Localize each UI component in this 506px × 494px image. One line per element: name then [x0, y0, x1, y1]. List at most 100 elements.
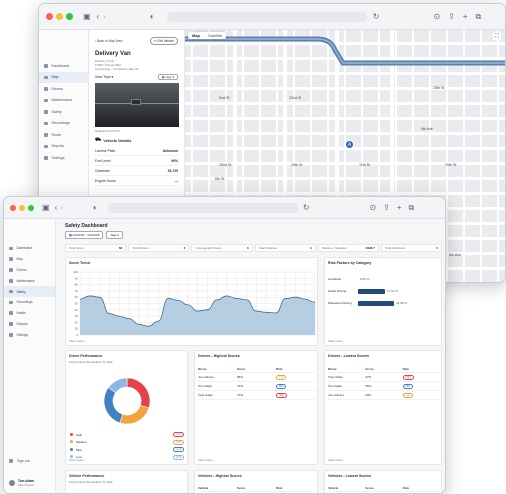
sidebar-item-safety[interactable]: Safety — [4, 286, 55, 297]
sidebar-item-label: Map — [51, 75, 59, 80]
reload-icon[interactable]: ↻ — [373, 12, 380, 21]
minimize-dot[interactable] — [56, 13, 63, 20]
table-row[interactable]: Joe Holmes 86% Low — [198, 373, 315, 382]
date-range-picker[interactable]: ▦ 03/01/25 – 03/31/25 — [65, 231, 104, 239]
sidebar-item-settings[interactable]: Settings — [4, 329, 55, 340]
sidebar-item-reports[interactable]: Reports — [39, 141, 88, 153]
stat-card: Distance Travelled 2996.7 — [317, 244, 379, 252]
risk-badge: High — [402, 374, 414, 380]
sidebar-item-label: Map — [16, 257, 23, 262]
shield-privacy-icon: ◐ — [149, 11, 155, 21]
fullscreen-icon[interactable]: ⛶ — [493, 32, 501, 40]
logout-icon — [9, 459, 13, 463]
score-trend-view-more[interactable]: View more › — [69, 339, 85, 343]
sidebar-item-label: Dashboard — [16, 246, 33, 251]
dashcam-image[interactable] — [95, 83, 179, 127]
zoom-dot[interactable] — [28, 204, 34, 211]
new-tab-icon[interactable]: + — [463, 12, 468, 21]
table-cell: High — [402, 374, 440, 380]
sidebar-item-health[interactable]: Health — [4, 308, 55, 319]
user-profile[interactable]: Tom Adam Fleet Power — [9, 479, 34, 487]
score-trend-chart: 1009080706050403020100 — [73, 270, 316, 337]
table-row[interactable]: Tyler Adam 27% High — [328, 373, 440, 382]
sidebar-item-route[interactable]: Route — [39, 129, 88, 141]
signout-button[interactable]: Sign out — [9, 459, 29, 463]
table-row[interactable]: Tyler Adam 72% High — [198, 391, 315, 400]
back-arrow-icon[interactable]: ‹ — [97, 12, 100, 21]
risk-label: Harsh Driving — [328, 289, 347, 293]
vehicle-marker[interactable]: A — [345, 140, 354, 149]
highest-view-more[interactable]: View more › — [198, 458, 214, 462]
sidebar-item-dashboard[interactable]: Dashboard — [39, 60, 88, 72]
sidebar-item-label: Recordings — [16, 300, 33, 305]
vhigh-table: Vehicle Score Risk — [198, 484, 315, 492]
table-cell: 29% — [365, 393, 402, 397]
vehicle-info: Delivery Truck FORD Transit 2022 Last driv… — [95, 59, 178, 71]
edit-vehicle-button[interactable]: ✎ Edit Vehicle — [149, 36, 178, 45]
map-icon — [9, 257, 13, 261]
sidebar-item-drivers[interactable]: Drivers — [4, 265, 55, 276]
perf-view-more[interactable]: View more › — [69, 458, 85, 462]
back-arrow-icon[interactable]: ‹ — [55, 203, 58, 212]
tabs-icon[interactable]: ⧉ — [409, 203, 415, 212]
highest-table: Driver Score Risk Joe Holmes 86% Low Tom Adam 7… — [198, 365, 315, 400]
forward-arrow-icon[interactable]: › — [60, 203, 63, 212]
stat-value: 3 — [183, 246, 186, 250]
table-row[interactable]: Tom Adam 55% Mild — [328, 382, 440, 391]
stat-card: Total Score 68 — [65, 244, 127, 252]
map-type-toggle: Map Satellite — [188, 32, 227, 39]
satellite-tab[interactable]: Satellite — [204, 32, 226, 39]
sidebar-item-drivers[interactable]: Drivers — [39, 83, 88, 95]
close-dot[interactable] — [46, 13, 53, 20]
map-tab[interactable]: Map — [188, 32, 204, 39]
grid-icon — [44, 64, 48, 68]
risk-view-more[interactable]: View more › — [328, 339, 344, 343]
sidebar-item-map[interactable]: Map — [39, 71, 88, 83]
sidebar-toggle-icon[interactable]: ▣ — [42, 203, 50, 212]
lowest-view-more[interactable]: View more › — [328, 458, 344, 462]
sidebar-item-maintenance[interactable]: Maintenance — [4, 275, 55, 286]
table-row[interactable]: Tom Adam 70% Mild — [198, 382, 315, 391]
perf-subtitle: Performance Breakdown by Risk — [69, 360, 113, 364]
stats-row: Total Score 68 Total Drivers 3 Unassigned Dr… — [65, 244, 443, 252]
forward-arrow-icon[interactable]: › — [103, 12, 106, 21]
table-cell: 55% — [365, 384, 402, 388]
view-trips-link[interactable]: View Trips ▾ — [95, 75, 113, 79]
details-title: Vehicle Details — [103, 138, 132, 143]
sidebar-item-recordings[interactable]: Recordings — [4, 297, 55, 308]
sidebar-item-dashboard[interactable]: Dashboard — [4, 243, 55, 254]
user-select[interactable]: ◉ User ▾ — [157, 74, 178, 80]
table-header: Driver Score Risk — [328, 365, 440, 373]
tabs-icon[interactable]: ⧉ — [476, 12, 482, 21]
address-bar[interactable] — [107, 202, 298, 213]
sidebar-item-settings[interactable]: Settings — [39, 152, 88, 164]
dashboard-main: Safety Dashboard ▦ 03/01/25 – 03/31/25 T… — [56, 219, 445, 493]
sidebar-item-maintenance[interactable]: Maintenance — [39, 95, 88, 107]
reload-icon[interactable]: ↻ — [303, 203, 310, 212]
share-icon[interactable]: ⇪ — [448, 12, 455, 21]
sidebar-item-reports[interactable]: Reports — [4, 319, 55, 330]
new-tab-icon[interactable]: + — [397, 203, 402, 212]
zoom-dot[interactable] — [66, 13, 73, 20]
sidebar-item-recordings[interactable]: Recordings — [39, 118, 88, 130]
table-row[interactable]: Joe Holmes 29% Low — [328, 391, 440, 400]
address-bar[interactable] — [166, 11, 367, 22]
street-label: 6th St — [215, 177, 224, 181]
score-trend-card: Score Trend 100 90 80 70 60 50 40 30 20 10 0 View … — [65, 257, 318, 346]
back-to-map-link[interactable]: ‹ Back to Map View — [95, 39, 122, 43]
tags-select[interactable]: Tags ▾ — [106, 231, 124, 239]
sidebar-toggle-icon[interactable]: ▣ — [83, 12, 91, 21]
share-icon[interactable]: ⇪ — [383, 203, 390, 212]
shield-icon — [9, 289, 13, 294]
close-dot[interactable] — [10, 204, 16, 211]
sidebar-item-map[interactable]: Map — [4, 254, 55, 265]
sidebar-item-label: Maintenance — [51, 98, 73, 103]
minimize-dot[interactable] — [19, 204, 25, 211]
download-icon[interactable]: ⊙ — [433, 12, 440, 21]
cell-text: 86% — [237, 375, 244, 379]
risk-badge: Low — [276, 374, 287, 380]
sidebar-item-safety[interactable]: Safety — [39, 106, 88, 118]
gear-icon — [9, 333, 13, 337]
download-icon[interactable]: ⊙ — [369, 203, 376, 212]
user-org: Fleet Power — [18, 483, 35, 487]
